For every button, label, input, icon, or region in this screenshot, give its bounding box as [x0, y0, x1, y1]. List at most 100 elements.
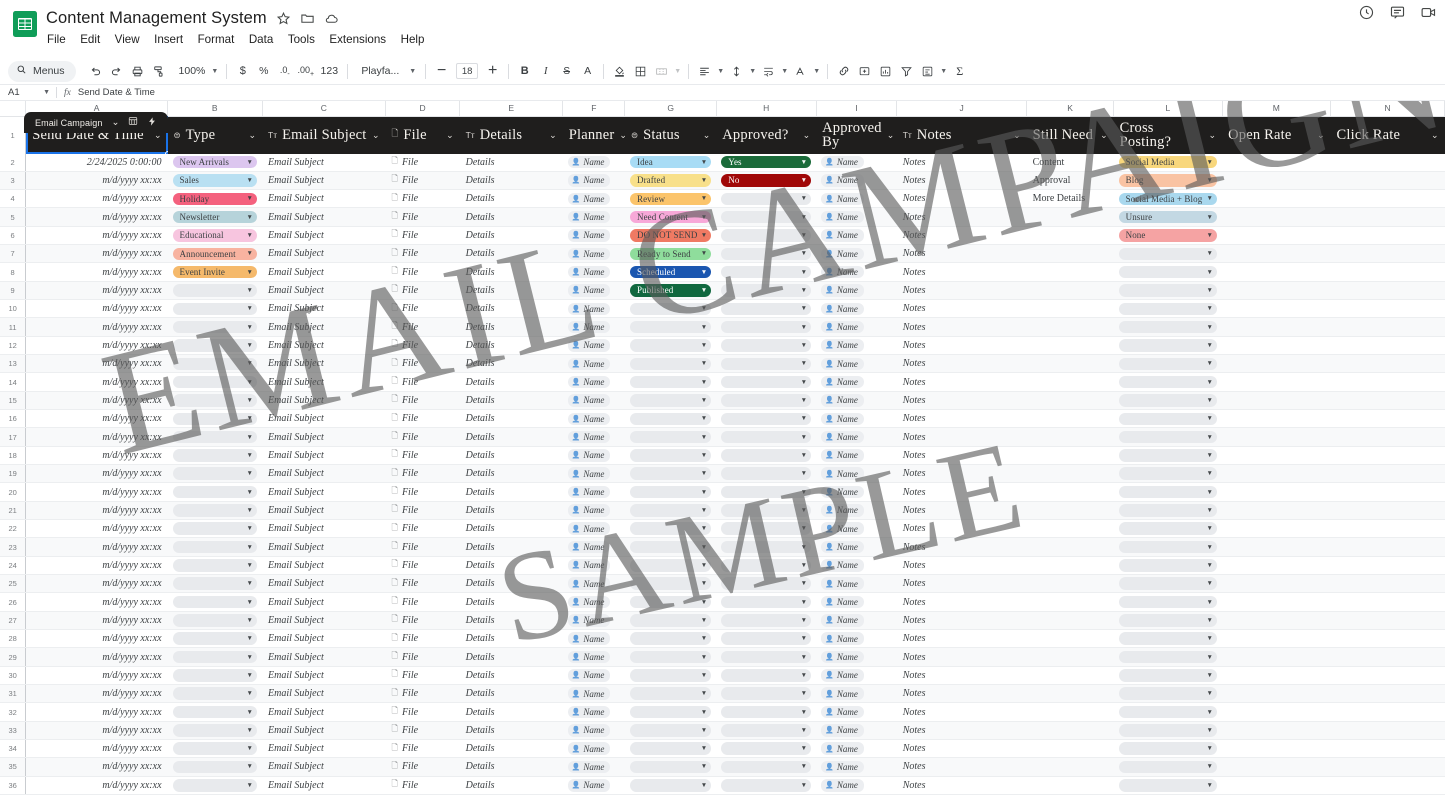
- dropdown-cell[interactable]: Need Content ▼: [625, 208, 716, 225]
- cell-approved-by[interactable]: 👤 Name: [816, 317, 897, 337]
- cell-status[interactable]: ▼: [624, 391, 717, 411]
- cell-send-date[interactable]: m/d/yyyy xx:xx: [25, 372, 168, 392]
- row-number[interactable]: 10: [0, 299, 27, 319]
- cell-approved-by[interactable]: 👤 Name: [816, 336, 897, 356]
- cell-approved-by[interactable]: 👤 Name: [816, 666, 897, 686]
- person-cell[interactable]: 👤 Name: [816, 648, 897, 665]
- cell-cross-posting[interactable]: ▼: [1113, 574, 1223, 594]
- row-number[interactable]: 2: [0, 153, 27, 172]
- cell-click-rate[interactable]: [1330, 446, 1445, 466]
- chevron-down-icon[interactable]: ▼: [1207, 342, 1214, 349]
- cell-cross-posting[interactable]: ▼: [1113, 776, 1223, 795]
- text-cell[interactable]: Details: [460, 282, 563, 299]
- person-cell[interactable]: 👤 Name: [563, 557, 625, 574]
- cell-status[interactable]: ▼: [624, 647, 717, 667]
- chevron-down-icon[interactable]: ▼: [1207, 232, 1214, 239]
- person-cell[interactable]: 👤 Name: [563, 465, 625, 482]
- menu-search-box[interactable]: Menus: [8, 60, 76, 82]
- cell-still-need[interactable]: [1026, 317, 1114, 337]
- text-cell[interactable]: Notes: [897, 740, 1027, 757]
- table-row[interactable]: 17 m/d/yyyy xx:xx ▼ Email Subject 🗋 File Deta…: [0, 427, 1445, 447]
- chevron-down-icon[interactable]: ▼: [701, 654, 708, 661]
- chevron-down-icon[interactable]: ▼: [801, 599, 808, 606]
- column-header-L[interactable]: L: [1113, 101, 1223, 117]
- cell-cross-posting[interactable]: ▼: [1113, 721, 1223, 741]
- cell-file[interactable]: 🗋File: [385, 574, 460, 594]
- text-cell[interactable]: Notes: [897, 318, 1027, 335]
- text-cell[interactable]: m/d/yyyy xx:xx: [26, 722, 167, 739]
- text-cell[interactable]: Details: [460, 373, 563, 390]
- cell-notes[interactable]: Notes: [896, 427, 1027, 447]
- dropdown-cell[interactable]: ▼: [716, 337, 816, 354]
- chevron-down-icon[interactable]: ▼: [246, 232, 253, 239]
- cell-notes[interactable]: Notes: [896, 721, 1027, 741]
- row-number[interactable]: 15: [0, 391, 27, 411]
- cell-file[interactable]: 🗋File: [385, 501, 460, 521]
- person-cell[interactable]: 👤 Name: [563, 667, 625, 684]
- cell-approved[interactable]: ▼: [716, 739, 817, 759]
- cell-email-subject[interactable]: Email Subject: [262, 574, 386, 594]
- cell-still-need[interactable]: [1026, 757, 1114, 777]
- cell-approved[interactable]: ▼: [716, 592, 817, 612]
- text-cell[interactable]: m/d/yyyy xx:xx: [26, 245, 167, 262]
- cell-email-subject[interactable]: Email Subject: [262, 189, 386, 209]
- sigma-icon[interactable]: Σ: [949, 61, 970, 82]
- row-number[interactable]: 28: [0, 629, 27, 649]
- cell-file[interactable]: 🗋File: [385, 446, 460, 466]
- cell-send-date[interactable]: m/d/yyyy xx:xx: [25, 501, 168, 521]
- text-cell[interactable]: Email Subject: [262, 373, 386, 390]
- text-cell[interactable]: Notes: [897, 685, 1027, 702]
- cell-click-rate[interactable]: [1330, 592, 1445, 612]
- text-cell[interactable]: m/d/yyyy xx:xx: [26, 447, 167, 464]
- cell-status[interactable]: ▼: [624, 702, 717, 722]
- person-cell[interactable]: 👤 Name: [563, 428, 625, 445]
- cell-email-subject[interactable]: Email Subject: [262, 427, 386, 447]
- cell-file[interactable]: 🗋File: [385, 757, 460, 777]
- chevron-down-icon[interactable]: ▼: [1207, 269, 1214, 276]
- text-cell[interactable]: Notes: [897, 428, 1027, 445]
- person-cell[interactable]: 👤 Name: [816, 373, 897, 390]
- dropdown-cell[interactable]: ▼: [716, 245, 816, 262]
- cell-approved[interactable]: ▼: [716, 281, 817, 301]
- dropdown-cell[interactable]: ▼: [625, 392, 716, 409]
- text-cell[interactable]: Details: [460, 263, 563, 280]
- cell-still-need[interactable]: [1026, 226, 1114, 246]
- chevron-down-icon[interactable]: ▼: [701, 214, 708, 221]
- person-cell[interactable]: 👤 Name: [816, 667, 897, 684]
- person-cell[interactable]: 👤 Name: [816, 392, 897, 409]
- cell-notes[interactable]: Notes: [896, 501, 1027, 521]
- dropdown-cell[interactable]: ▼: [716, 300, 816, 317]
- cell-details[interactable]: Details: [459, 262, 563, 282]
- chevron-down-icon[interactable]: ▼: [1207, 782, 1214, 789]
- chevron-down-icon[interactable]: ▼: [801, 434, 808, 441]
- cell-still-need[interactable]: [1026, 391, 1114, 411]
- dropdown-cell[interactable]: ▼: [625, 538, 716, 555]
- cell-type[interactable]: ▼: [167, 537, 263, 557]
- text-cell[interactable]: Email Subject: [262, 722, 386, 739]
- cell-planner[interactable]: 👤 Name: [562, 537, 625, 557]
- cell-still-need[interactable]: [1026, 647, 1114, 667]
- cell-open-rate[interactable]: [1222, 757, 1331, 777]
- merge-options-chevron-icon[interactable]: ▼: [672, 61, 683, 82]
- chevron-down-icon[interactable]: ▼: [246, 709, 253, 716]
- cell-cross-posting[interactable]: ▼: [1113, 281, 1223, 301]
- cell-notes[interactable]: Notes: [896, 556, 1027, 576]
- chevron-down-icon[interactable]: ▼: [1207, 379, 1214, 386]
- chevron-down-icon[interactable]: ▼: [701, 195, 708, 202]
- column-header-I[interactable]: I: [815, 101, 898, 117]
- table-row[interactable]: 9 m/d/yyyy xx:xx ▼ Email Subject 🗋 File Detai…: [0, 281, 1445, 301]
- text-cell[interactable]: Notes: [897, 722, 1027, 739]
- cell-status[interactable]: ▼: [624, 519, 717, 539]
- text-cell[interactable]: Email Subject: [262, 483, 386, 500]
- cell-still-need[interactable]: [1026, 519, 1114, 539]
- cell-file[interactable]: 🗋File: [385, 519, 460, 539]
- cell-email-subject[interactable]: Email Subject: [262, 647, 386, 667]
- person-cell[interactable]: 👤 Name: [816, 520, 897, 537]
- cell-file[interactable]: 🗋File: [385, 336, 460, 356]
- cell-still-need[interactable]: [1026, 501, 1114, 521]
- text-cell[interactable]: Notes: [897, 172, 1027, 189]
- file-cell[interactable]: 🗋 File: [386, 410, 460, 427]
- file-cell[interactable]: 🗋 File: [386, 428, 460, 445]
- dropdown-cell[interactable]: ▼: [1114, 758, 1222, 775]
- cell-type[interactable]: Event Invite ▼: [167, 262, 263, 282]
